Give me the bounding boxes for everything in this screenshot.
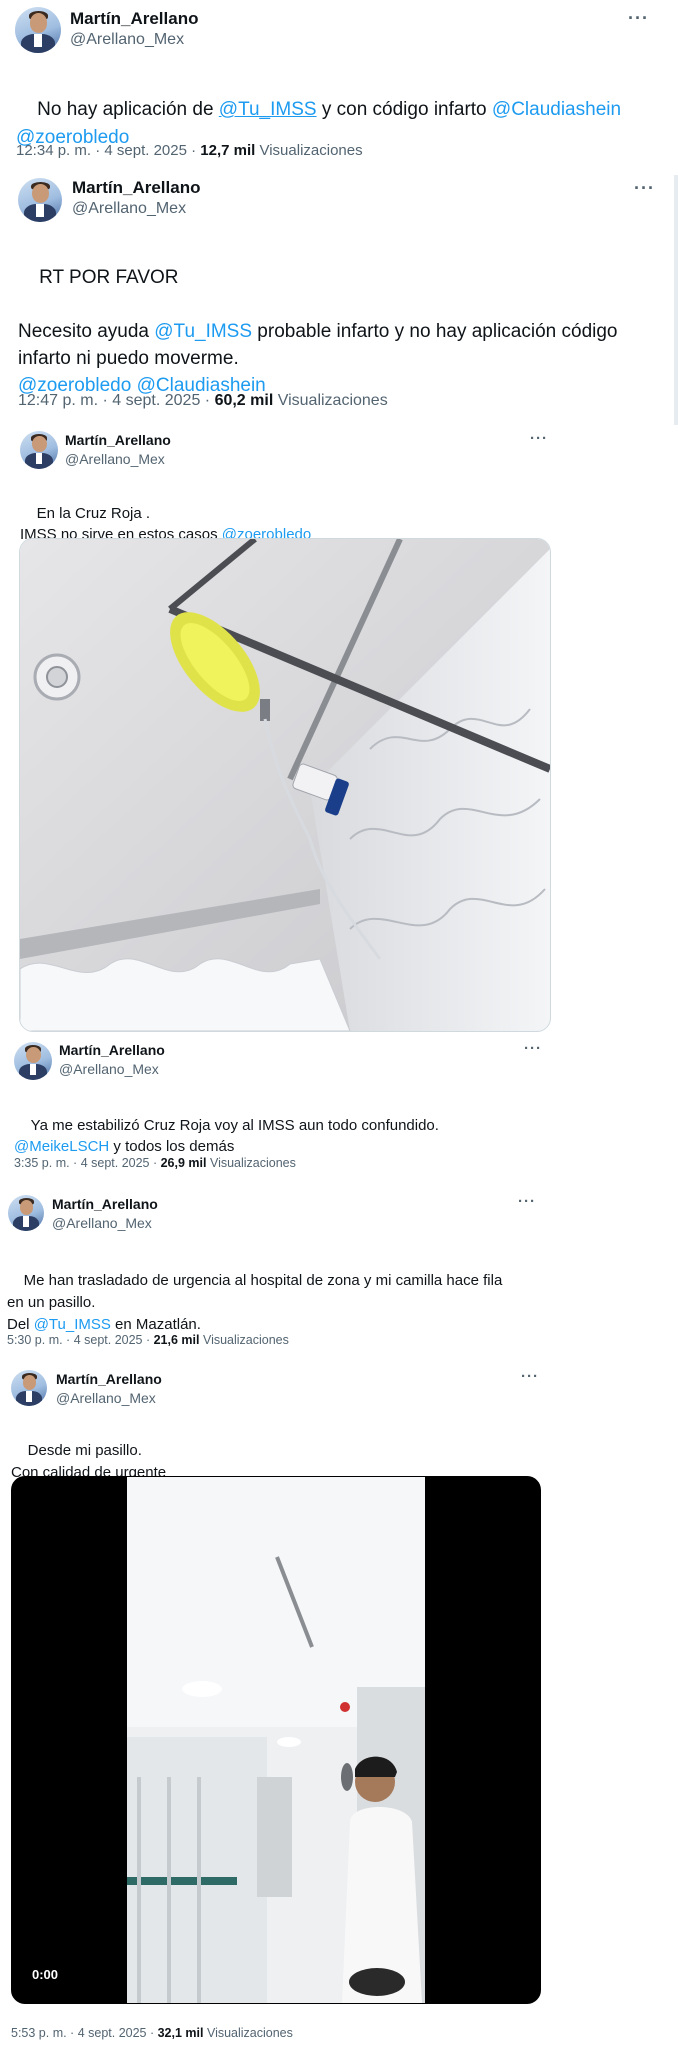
tweet-4: Martín_Arellano @Arellano_Mex ··· Me han… [0, 1185, 678, 1357]
more-options-icon[interactable]: ··· [518, 1193, 536, 1210]
more-options-icon[interactable]: ··· [628, 8, 649, 29]
author-handle[interactable]: @Arellano_Mex [70, 31, 184, 49]
tweet-text: No hay aplicación de @Tu_IMSS y con códi… [16, 99, 622, 148]
more-options-icon[interactable]: ··· [524, 1040, 542, 1057]
author-name[interactable]: Martín_Arellano [52, 1196, 158, 1212]
timestamp[interactable]: 3:35 p. m. · 4 sept. 2025 · [14, 1156, 161, 1170]
mention-tu-imss[interactable]: @Tu_IMSS [34, 1316, 111, 1333]
scrollbar[interactable] [674, 175, 678, 425]
tweet-1: Martín_Arellano @Arellano_Mex ··· RT POR… [0, 170, 678, 420]
author-name[interactable]: Martín_Arellano [70, 9, 198, 29]
author-avatar[interactable] [20, 431, 58, 469]
author-avatar[interactable] [18, 178, 62, 222]
timestamp[interactable]: 5:30 p. m. · 4 sept. 2025 · [7, 1333, 154, 1347]
views-count: 21,6 mil [153, 1333, 200, 1347]
author-name[interactable]: Martín_Arellano [65, 432, 171, 448]
tweet-3: Martín_Arellano @Arellano_Mex ··· Ya me … [0, 1032, 678, 1182]
tweet-meta: 3:35 p. m. · 4 sept. 2025 · 26,9 mil Vis… [14, 1156, 296, 1170]
timestamp[interactable]: 5:53 p. m. · 4 sept. 2025 · [11, 2026, 158, 2040]
views-count: 12,7 mil [200, 142, 256, 159]
tweet-0: Martín_Arellano @Arellano_Mex ··· No hay… [0, 0, 678, 170]
mention-tu-imss[interactable]: @Tu_IMSS [154, 321, 252, 342]
author-name[interactable]: Martín_Arellano [59, 1042, 165, 1058]
video-frame [12, 1477, 540, 2003]
tweet-5: Martín_Arellano @Arellano_Mex ··· Desde … [0, 1360, 678, 2052]
mention-tu-imss[interactable]: @Tu_IMSS [219, 99, 317, 120]
author-handle[interactable]: @Arellano_Mex [65, 451, 165, 467]
author-avatar[interactable] [14, 1042, 52, 1080]
video-timestamp: 0:00 [32, 1967, 59, 1982]
author-handle[interactable]: @Arellano_Mex [72, 200, 186, 218]
timestamp[interactable]: 12:47 p. m. · 4 sept. 2025 · [18, 392, 215, 409]
iv-photo-illustration [20, 539, 550, 1031]
views-count: 60,2 mil [214, 392, 274, 409]
tweet-meta: 5:53 p. m. · 4 sept. 2025 · 32,1 mil Vis… [11, 2026, 293, 2040]
views-label: Visualizaciones [273, 392, 388, 409]
tweet-meta: 12:34 p. m. · 4 sept. 2025 · 12,7 mil Vi… [16, 142, 363, 159]
more-options-icon[interactable]: ··· [521, 1368, 539, 1385]
tweet-2: Martín_Arellano @Arellano_Mex ··· En la … [0, 422, 678, 1032]
views-count: 26,9 mil [160, 1156, 207, 1170]
mention-claudiashein[interactable]: @Claudiashein [492, 99, 621, 120]
views-label: Visualizaciones [199, 1333, 289, 1347]
more-options-icon[interactable]: ··· [634, 178, 655, 199]
more-options-icon[interactable]: ··· [530, 430, 548, 447]
author-handle[interactable]: @Arellano_Mex [59, 1061, 159, 1077]
views-label: Visualizaciones [203, 2026, 293, 2040]
views-label: Visualizaciones [255, 142, 363, 159]
author-name[interactable]: Martín_Arellano [72, 178, 200, 198]
author-avatar[interactable] [15, 7, 61, 53]
author-handle[interactable]: @Arellano_Mex [56, 1390, 156, 1406]
author-avatar[interactable] [11, 1370, 47, 1406]
tweet-meta: 5:30 p. m. · 4 sept. 2025 · 21,6 mil Vis… [7, 1333, 289, 1347]
author-avatar[interactable] [8, 1195, 44, 1231]
author-handle[interactable]: @Arellano_Mex [52, 1215, 152, 1231]
author-name[interactable]: Martín_Arellano [56, 1371, 162, 1387]
video-player[interactable]: 0:00 [11, 1476, 541, 2004]
views-label: Visualizaciones [206, 1156, 296, 1170]
tweet-meta: 12:47 p. m. · 4 sept. 2025 · 60,2 mil Vi… [18, 392, 388, 410]
views-count: 32,1 mil [157, 2026, 204, 2040]
mention-meikelsch[interactable]: @MeikeLSCH [14, 1138, 109, 1155]
iv-photo[interactable] [19, 538, 551, 1032]
timestamp[interactable]: 12:34 p. m. · 4 sept. 2025 · [16, 142, 200, 159]
